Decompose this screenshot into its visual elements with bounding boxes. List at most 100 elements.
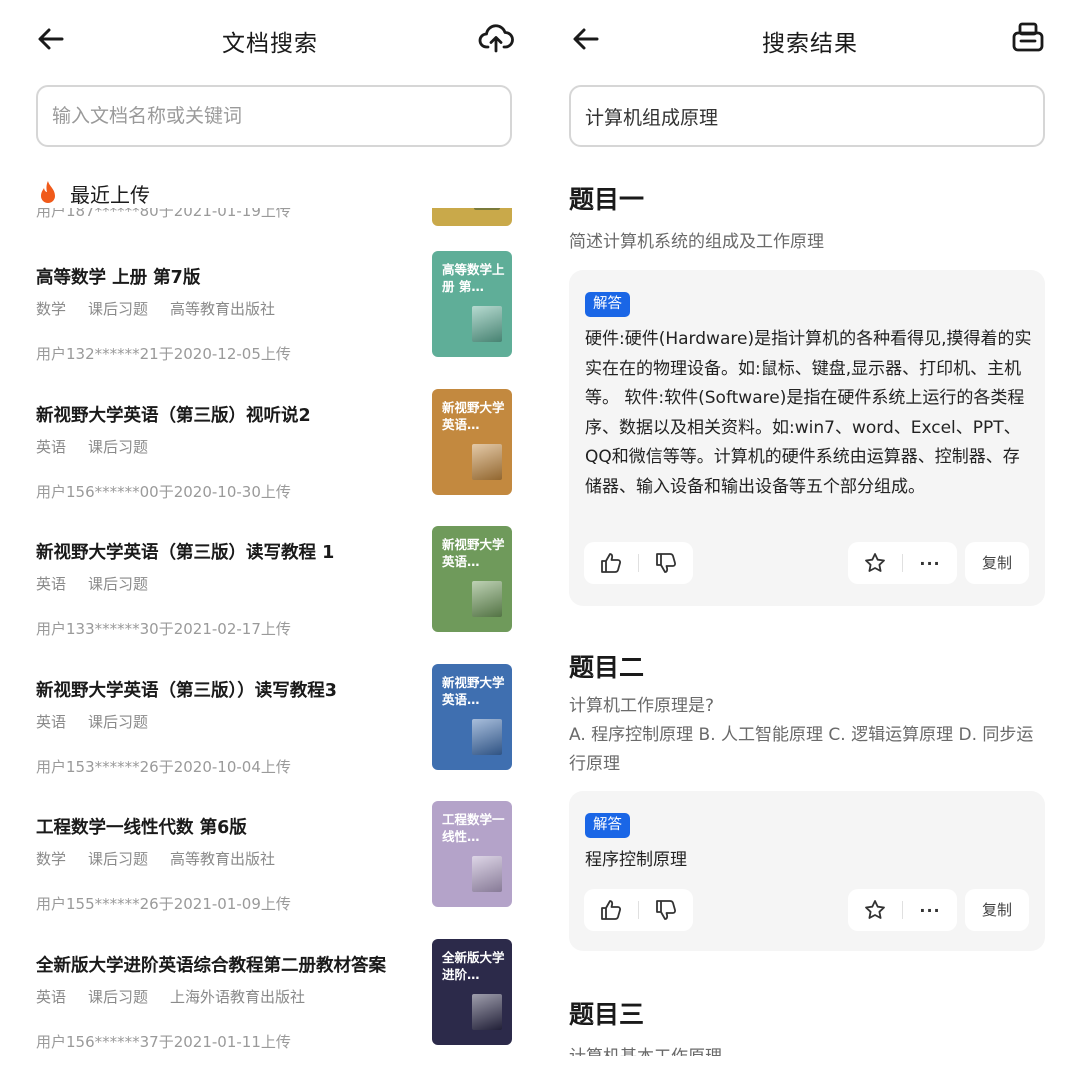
cover-title: 工程数学一线性…: [442, 812, 505, 844]
top-bar: 文档搜索: [0, 0, 540, 80]
vote-group: [584, 542, 693, 584]
tag: 课后习题: [88, 712, 149, 731]
search-input[interactable]: [52, 87, 496, 145]
book-cover: 新视野大学英语…: [432, 388, 512, 495]
question-title: 题目三: [569, 1000, 645, 1029]
search-input[interactable]: [585, 87, 1029, 145]
answer-text: 程序控制原理: [585, 850, 687, 870]
page-title: 搜索结果: [762, 31, 858, 57]
document-list: 用户187******80于2021-01-19上传 高等数学 上册 第7版 数学…: [0, 208, 540, 1056]
document-tags: 英语 课后习题: [36, 573, 148, 594]
more-dots-icon: ···: [919, 553, 941, 573]
question-text: 简述计算机系统的组成及工作原理: [569, 232, 824, 252]
answer-card: 解答 程序控制原理 ··· 复制: [569, 791, 1045, 951]
thumb-up-button[interactable]: [584, 542, 638, 584]
tag: 课后习题: [88, 575, 149, 593]
question-block: 题目一 简述计算机系统的组成及工作原理: [569, 180, 1045, 257]
cover-title: 新视野大学英语…: [442, 537, 505, 569]
question-block: 题目二 计算机工作原理是? A. 程序控制原理 B. 人工智能原理 C. 逻辑运…: [569, 648, 1045, 779]
favorite-button[interactable]: [848, 542, 902, 584]
tag: 课后习题: [88, 300, 149, 318]
upload-meta: 用户132******21于2020-12-05上传: [36, 345, 291, 363]
book-cover: [432, 208, 512, 226]
book-cover: 全新版大学进阶…: [432, 938, 512, 1045]
answer-card: 解答 硬件:硬件(Hardware)是指计算机的各种看得见,摸得着的实实在在的物…: [569, 270, 1045, 606]
cover-image: [472, 856, 502, 892]
results-list: 题目一 简述计算机系统的组成及工作原理 解答 硬件:硬件(Hardware)是指…: [540, 180, 1080, 1056]
cover-image: [472, 993, 502, 1030]
document-tags: 数学 课后习题 高等教育出版社: [36, 298, 275, 319]
thumb-down-button[interactable]: [639, 889, 693, 931]
question-options: A. 程序控制原理 B. 人工智能原理 C. 逻辑运算原理 D. 同步运行原理: [569, 725, 1034, 774]
tag: 数学: [36, 300, 67, 318]
more-dots-icon: ···: [919, 900, 941, 920]
thumb-down-button[interactable]: [639, 542, 693, 584]
upload-meta: 用户153******26于2020-10-04上传: [36, 757, 291, 776]
more-button[interactable]: ···: [903, 542, 957, 584]
recent-uploads-header: 最近上传: [36, 178, 150, 208]
search-results-screen: 搜索结果 题目一 简述计算机系统的组成及工作原理 解答 硬件:硬件(Hardwa…: [540, 0, 1080, 1080]
section-label: 最近上传: [70, 182, 150, 207]
fire-icon: [41, 181, 55, 203]
star-icon: [865, 553, 885, 572]
tag: 数学: [36, 850, 67, 868]
tag: 高等教育出版社: [170, 850, 276, 868]
list-item[interactable]: 工程数学一线性代数 第6版 数学 课后习题 高等教育出版社 用户155******26于…: [0, 801, 540, 952]
book-cover: 工程数学一线性…: [432, 801, 512, 907]
top-bar: 搜索结果: [540, 0, 1080, 80]
question-block: 题目三 计算机基本工作原理: [569, 995, 1045, 1056]
book-cover: 高等数学上册 第…: [432, 251, 512, 357]
cover-image: [472, 306, 502, 342]
upload-meta: 用户133******30于2021-02-17上传: [36, 620, 291, 638]
list-item[interactable]: 新视野大学英语（第三版）读写教程 1 英语 课后习题 用户133******30于20…: [0, 526, 540, 677]
tag: 高等教育出版社: [170, 300, 276, 318]
favorite-button[interactable]: [848, 889, 902, 931]
upload-meta: 用户187******80于2021-01-19上传: [36, 208, 291, 220]
document-search-screen: 文档搜索 最近上传 用户187******80于2021-01-19上传 高等数…: [0, 0, 540, 1080]
cover-title: 新视野大学英语…: [442, 399, 505, 432]
document-tags: 英语 课后习题 上海外语教育出版社: [36, 986, 305, 1007]
upload-meta: 用户156******37于2021-01-11上传: [36, 1032, 291, 1051]
star-icon: [865, 900, 885, 919]
book-cover: 新视野大学英语…: [432, 526, 512, 632]
copy-button[interactable]: 复制: [965, 542, 1029, 584]
list-item[interactable]: 高等数学 上册 第7版 数学 课后习题 高等教育出版社用户132******21于20…: [0, 251, 540, 402]
document-tags: 英语 课后习题: [36, 711, 148, 732]
action-group: ···: [848, 542, 957, 584]
book-cover: 新视野大学英语…: [432, 663, 512, 770]
thumb-down-icon: [656, 900, 677, 920]
search-box: [569, 85, 1045, 147]
printer-icon[interactable]: [1010, 20, 1046, 56]
more-button[interactable]: ···: [903, 889, 957, 931]
list-item[interactable]: 新视野大学英语（第三版）视听说2 英语 课后习题 用户156******00于2020…: [0, 388, 540, 540]
search-box: [36, 85, 512, 147]
cover-image: [472, 581, 502, 617]
tag: 英语: [36, 712, 67, 731]
list-item[interactable]: 新视野大学英语（第三版））读写教程3 英语 课后习题 用户153******26于20…: [0, 663, 540, 815]
cover-image: [472, 718, 502, 755]
tag: 英语: [36, 437, 67, 456]
document-title: 工程数学一线性代数 第6版: [36, 818, 247, 838]
thumb-up-button[interactable]: [584, 889, 638, 931]
document-title: 新视野大学英语（第三版）视听说2: [36, 405, 311, 426]
document-tags: 数学 课后习题 高等教育出版社: [36, 848, 275, 869]
cloud-upload-icon[interactable]: [478, 20, 514, 56]
tag: 课后习题: [88, 437, 149, 456]
document-title: 高等数学 上册 第7版: [36, 268, 201, 288]
cover-image: [472, 443, 502, 480]
question-text: 计算机工作原理是?: [569, 696, 715, 716]
question-title: 题目一: [569, 185, 645, 214]
cover-title: 新视野大学英语…: [442, 674, 505, 707]
cover-image: [474, 208, 500, 210]
list-item[interactable]: 全新版大学进阶英语综合教程第二册教材答案 英语 课后习题 上海外语教育出版社 用户156…: [0, 938, 540, 1057]
page-title: 文档搜索: [222, 31, 318, 57]
answer-badge: 解答: [585, 813, 630, 838]
answer-text: 硬件:硬件(Hardware)是指计算机的各种看得见,摸得着的实实在在的物理设备…: [585, 329, 1032, 497]
tag: 英语: [36, 987, 67, 1006]
tag: 课后习题: [88, 987, 149, 1006]
question-text: 计算机基本工作原理: [569, 1043, 1045, 1056]
answer-badge: 解答: [585, 292, 630, 317]
document-title: 全新版大学进阶英语综合教程第二册教材答案: [36, 955, 386, 976]
thumb-down-icon: [656, 553, 677, 573]
copy-button[interactable]: 复制: [965, 889, 1029, 931]
